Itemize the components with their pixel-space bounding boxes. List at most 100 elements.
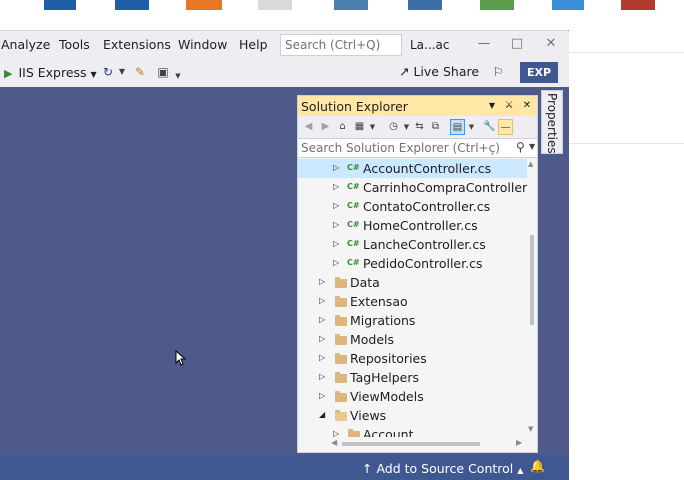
tree-item-extensao[interactable]: ▷ Extensao	[298, 292, 527, 311]
menu-tools[interactable]: Tools	[59, 37, 90, 52]
vertical-scrollbar[interactable]: ▲ ▼	[527, 159, 537, 437]
back-icon[interactable]: ◀	[301, 119, 316, 135]
chevron-down-icon[interactable]: ▼	[114, 64, 130, 80]
thumbnail-2[interactable]	[115, 0, 149, 10]
expand-arrow-icon[interactable]: ▷	[333, 239, 339, 248]
run-iis-express-button[interactable]: ▶ IIS Express ▼	[4, 65, 97, 80]
expand-arrow-icon[interactable]: ▷	[319, 277, 325, 286]
tree-item-label: CarrinhoCompraController.cs	[363, 180, 527, 195]
thumbnail-7[interactable]	[480, 0, 514, 10]
expand-arrow-icon[interactable]: ▷	[319, 372, 325, 381]
preview-selected-icon[interactable]: —	[498, 119, 513, 135]
expand-arrow-icon[interactable]: ▷	[319, 353, 325, 362]
expand-arrow-icon[interactable]: ▷	[319, 391, 325, 400]
collapse-arrow-icon[interactable]: ◢	[319, 410, 325, 419]
tree-item-models[interactable]: ▷ Models	[298, 330, 527, 349]
tree-item-viewmodels[interactable]: ▷ ViewModels	[298, 387, 527, 406]
tree-item-label: HomeController.cs	[363, 218, 478, 233]
thumbnail-9[interactable]	[621, 0, 655, 10]
expand-arrow-icon[interactable]: ▷	[319, 296, 325, 305]
thumbnail-5[interactable]	[334, 0, 368, 10]
scroll-up-icon[interactable]: ▲	[528, 160, 533, 168]
menu-help[interactable]: Help	[239, 37, 268, 52]
menu-window[interactable]: Window	[178, 37, 227, 52]
expand-arrow-icon[interactable]: ▷	[333, 201, 339, 210]
tree-item-accountcontroller[interactable]: ▷ C# AccountController.cs	[298, 159, 527, 178]
visual-studio-window: Analyze Tools Extensions Window Help Sea…	[0, 30, 569, 480]
horizontal-scrollbar[interactable]: ◀ ▶	[298, 437, 527, 451]
tree-item-carrinhocompracontroller[interactable]: ▷ C# CarrinhoCompraController.cs	[298, 178, 527, 197]
thumbnail-3[interactable]	[186, 0, 222, 10]
properties-tab[interactable]: Properties	[541, 90, 563, 154]
tree-item-views[interactable]: ◢ Views	[298, 406, 527, 425]
close-icon[interactable]: ✕	[542, 35, 560, 53]
expand-arrow-icon[interactable]: ▷	[333, 163, 339, 172]
add-to-source-control-button[interactable]: ↑ Add to Source Control ▲	[362, 461, 523, 476]
vertical-scroll-thumb[interactable]	[530, 235, 534, 325]
search-icon[interactable]: ⚲	[516, 140, 525, 154]
tree-item-taghelpers[interactable]: ▷ TagHelpers	[298, 368, 527, 387]
folder-icon	[335, 296, 347, 307]
solution-explorer-title: Solution Explorer	[301, 99, 408, 114]
expand-arrow-icon[interactable]: ▷	[333, 182, 339, 191]
solution-explorer-search-input[interactable]: Search Solution Explorer (Ctrl+ç) ⚲ ▼	[298, 138, 537, 158]
chevron-down-icon[interactable]: ▼	[365, 119, 380, 135]
maximize-icon[interactable]: □	[508, 35, 526, 53]
menu-analyze[interactable]: Analyze	[1, 37, 50, 52]
tree-item-account[interactable]: ▷ Account	[298, 425, 527, 437]
source-control-label: Add to Source Control	[376, 461, 514, 476]
scroll-right-icon[interactable]: ▶	[516, 438, 522, 447]
solution-explorer-title-bar[interactable]: Solution Explorer ▼ ⚔ ✕	[298, 96, 537, 116]
show-all-files-icon[interactable]: ▤	[450, 119, 465, 135]
tree-item-label: Repositories	[350, 351, 427, 366]
pin-icon[interactable]: ⚔	[502, 98, 516, 114]
screenshot-icon[interactable]: ▣	[155, 64, 171, 80]
scroll-down-icon[interactable]: ▼	[528, 425, 533, 433]
close-icon[interactable]: ✕	[520, 98, 534, 114]
minimize-icon[interactable]: —	[475, 35, 493, 53]
collapse-all-icon[interactable]: ⧉	[428, 119, 443, 135]
thumbnail-6[interactable]	[408, 0, 442, 10]
tree-item-lanchecontroller[interactable]: ▷ C# LancheController.cs	[298, 235, 527, 254]
feedback-icon[interactable]: ⚐	[490, 64, 506, 80]
browser-link-icon[interactable]: ✎	[132, 64, 148, 80]
solution-tree: ▷ C# AccountController.cs ▷ C# CarrinhoC…	[298, 159, 527, 437]
tree-item-label: PedidoController.cs	[363, 256, 483, 271]
thumbnail-8[interactable]	[552, 0, 584, 10]
thumbnail-1[interactable]	[44, 0, 76, 10]
search-input[interactable]: Search (Ctrl+Q)	[280, 34, 402, 56]
menu-extensions[interactable]: Extensions	[103, 37, 171, 52]
play-icon: ▶	[4, 67, 13, 80]
expand-arrow-icon[interactable]: ▷	[333, 258, 339, 267]
folder-icon	[335, 372, 347, 383]
tree-item-label: AccountController.cs	[363, 161, 492, 176]
tree-item-homecontroller[interactable]: ▷ C# HomeController.cs	[298, 216, 527, 235]
chevron-down-icon[interactable]: ▼	[170, 68, 186, 84]
tree-item-migrations[interactable]: ▷ Migrations	[298, 311, 527, 330]
horizontal-scroll-thumb[interactable]	[342, 442, 480, 446]
taskbar-thumbnail-strip	[0, 0, 684, 10]
thumbnail-4[interactable]	[258, 0, 292, 10]
notifications-bell-icon[interactable]: 🔔	[530, 459, 545, 473]
expand-arrow-icon[interactable]: ▷	[333, 220, 339, 229]
chevron-down-icon[interactable]: ▼	[464, 119, 479, 135]
forward-icon[interactable]: ▶	[318, 119, 333, 135]
expand-arrow-icon[interactable]: ▷	[319, 315, 325, 324]
properties-tab-label: Properties	[545, 93, 559, 154]
tree-item-data[interactable]: ▷ Data	[298, 273, 527, 292]
chevron-down-icon[interactable]: ▼	[485, 98, 499, 114]
live-share-button[interactable]: ↗ Live Share	[399, 64, 479, 79]
wrench-icon[interactable]: 🔧	[482, 119, 497, 135]
experimental-badge[interactable]: EXP	[520, 62, 558, 83]
scroll-left-icon[interactable]: ◀	[331, 438, 337, 447]
expand-arrow-icon[interactable]: ▷	[319, 334, 325, 343]
tree-item-contatocontroller[interactable]: ▷ C# ContatoController.cs	[298, 197, 527, 216]
tree-item-pedidocontroller[interactable]: ▷ C# PedidoController.cs	[298, 254, 527, 273]
expand-arrow-icon[interactable]: ▷	[333, 429, 339, 437]
chevron-down-icon[interactable]: ▼	[91, 70, 97, 79]
csharp-file-icon: C#	[347, 239, 360, 248]
chevron-down-icon[interactable]: ▼	[529, 142, 535, 151]
tree-item-repositories[interactable]: ▷ Repositories	[298, 349, 527, 368]
home-icon[interactable]: ⌂	[335, 119, 350, 135]
sync-icon[interactable]: ⇆	[412, 119, 427, 135]
